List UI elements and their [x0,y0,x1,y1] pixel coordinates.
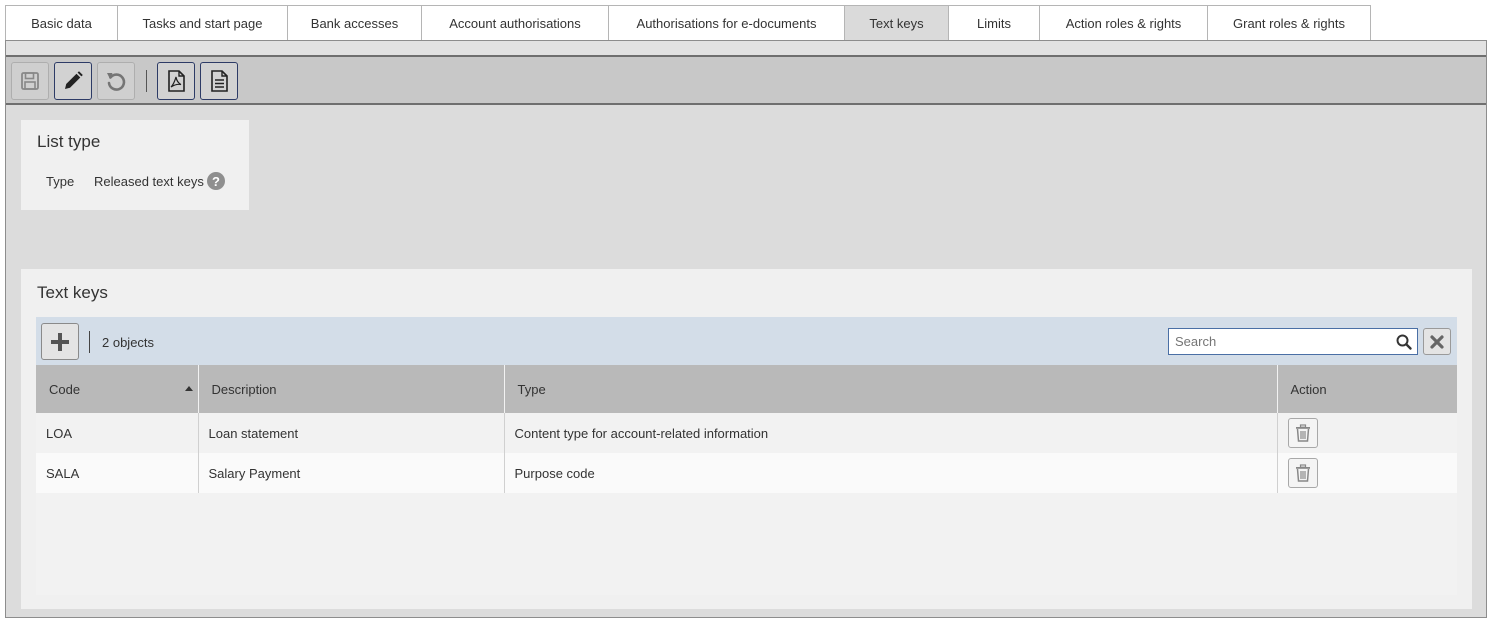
tab-action-roles-rights[interactable]: Action roles & rights [1040,5,1208,41]
undo-icon [107,73,126,91]
list-action-bar: 2 objects [36,317,1457,365]
cell-code: SALA [36,453,199,493]
table-row[interactable]: SALA Salary Payment Purpose code [36,453,1457,493]
toolbar [6,57,1486,105]
delete-button[interactable] [1287,458,1318,488]
tab-tasks-and-start-page[interactable]: Tasks and start page [118,5,288,41]
toolbar-separator [146,70,147,92]
pdf-export-button[interactable] [157,62,195,100]
object-count: 2 objects [102,335,155,350]
cell-description: Salary Payment [198,453,505,493]
column-header-label: Action [1290,381,1327,397]
table-row[interactable]: LOA Loan statement Content type for acco… [36,413,1457,453]
type-label: Type [46,174,75,189]
table-header-row: Code Description Type Action [36,365,1457,413]
cell-type: Purpose code [504,453,1278,493]
search-box [1168,328,1418,355]
save-button[interactable] [11,62,49,100]
search-input[interactable] [1169,329,1394,354]
document-icon [211,70,228,92]
search-icon[interactable] [1395,333,1413,351]
tab-limits[interactable]: Limits [949,5,1040,41]
column-header-label: Code [49,381,81,397]
cell-type: Content type for account-related informa… [504,413,1278,453]
text-keys-table-area: Code Description Type Action LOA Loan st… [36,365,1457,595]
text-keys-table: Code Description Type Action LOA Loan st… [36,365,1457,493]
cell-description: Loan statement [198,413,505,453]
undo-button[interactable] [97,62,135,100]
text-keys-panel: Text keys 2 objects Search Code Descript… [21,269,1472,609]
list-type-title: List type [37,132,101,151]
column-header-action: Action [1277,365,1457,413]
pdf-icon [168,70,185,92]
edit-button[interactable] [54,62,92,100]
pencil-icon [65,71,83,89]
cell-code: LOA [36,413,199,453]
tab-basic-data[interactable]: Basic data [5,5,118,41]
tab-bar: Basic data Tasks and start page Bank acc… [5,5,1371,41]
trash-icon [1295,424,1310,442]
cell-action [1277,413,1457,453]
type-value: Released text keys [94,174,204,189]
tab-grant-roles-rights[interactable]: Grant roles & rights [1208,5,1371,41]
top-strip [6,41,1486,57]
action-bar-separator [89,331,90,353]
document-export-button[interactable] [200,62,238,100]
column-header-code[interactable]: Code [36,365,199,413]
column-header-label: Description [211,381,277,397]
tab-text-keys[interactable]: Text keys [845,5,949,41]
clear-search-button[interactable] [1423,328,1451,355]
tab-account-authorisations[interactable]: Account authorisations [422,5,609,41]
list-type-panel: List type Type Released text keys ? [21,120,249,210]
delete-button[interactable] [1287,418,1318,448]
plus-icon [51,332,69,351]
column-header-description[interactable]: Description [198,365,505,413]
sort-ascending-icon [184,386,193,391]
cell-action [1277,453,1457,493]
tab-bank-accesses[interactable]: Bank accesses [288,5,422,41]
column-header-label: Type [517,381,546,397]
trash-icon [1295,464,1310,482]
add-button[interactable] [41,323,79,360]
save-icon [21,72,39,90]
close-icon [1430,334,1444,349]
column-header-type[interactable]: Type [504,365,1278,413]
help-icon[interactable]: ? [207,172,225,190]
content-frame: List type Type Released text keys ? Text… [5,40,1487,618]
tab-authorisations-e-documents[interactable]: Authorisations for e-documents [609,5,845,41]
text-keys-title: Text keys [37,283,108,302]
